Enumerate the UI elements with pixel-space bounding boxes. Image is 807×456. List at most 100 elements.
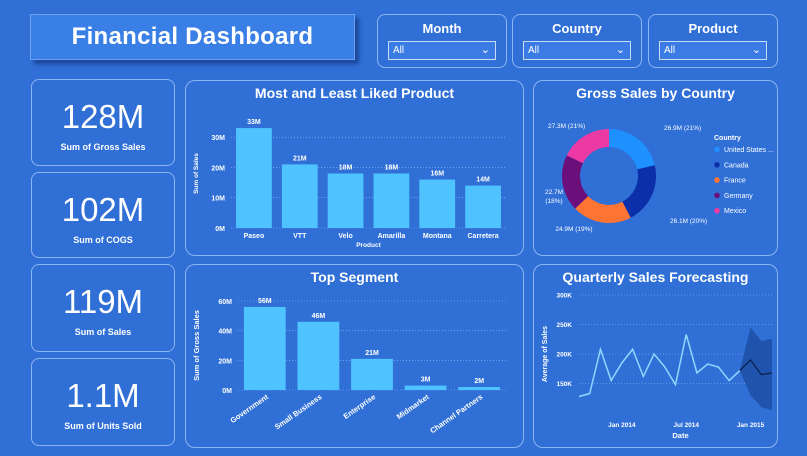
y-tick-label: 0M <box>222 388 232 395</box>
month-slicer-label: Month <box>422 21 462 36</box>
y-tick-label: 20M <box>211 165 225 172</box>
legend-marker <box>714 177 720 183</box>
slice-label: 24.9M (19%) <box>555 226 592 233</box>
kpi-label: Sum of Gross Sales <box>60 142 146 152</box>
country-donut-chart: 27.3M (21%) 26.9M (21%) 26.1M (20%) 24.9M (… <box>545 123 774 233</box>
legend-marker <box>714 162 720 168</box>
segment-chart-panel: Top Segment 0M 20M 40M 60M 56M Government 46M S… <box>185 264 524 448</box>
donut-slice <box>609 129 655 170</box>
segment-bar-chart: 0M 20M 40M 60M 56M Government 46M Small Busines… <box>192 298 506 435</box>
y-tick-label: 0M <box>215 226 225 233</box>
legend-entry: Canada <box>724 162 749 169</box>
kpi-value: 102M <box>61 191 145 228</box>
data-label: 18M <box>385 165 399 172</box>
slice-label: 26.1M (20%) <box>670 218 707 225</box>
x-tick-label: Channel Partners <box>428 392 484 435</box>
y-tick-label: 20M <box>218 358 232 365</box>
kpi-value: 128M <box>61 98 145 135</box>
y-tick-label: 150K <box>556 381 572 388</box>
x-tick-label: Velo <box>338 233 352 240</box>
kpi-card-cogs: 102M Sum of COGS <box>31 172 175 258</box>
forecast-confidence-band <box>739 327 772 411</box>
x-tick-label: Jan 2015 <box>737 422 765 429</box>
y-tick-label: 200K <box>556 352 572 359</box>
legend-entry: Mexico <box>724 208 746 215</box>
y-tick-label: 40M <box>218 329 232 336</box>
legend-entry: United States ... <box>724 147 774 154</box>
data-label: 3M <box>421 377 431 384</box>
data-label: 33M <box>247 119 261 126</box>
data-label: 21M <box>365 350 379 357</box>
kpi-label: Sum of Sales <box>74 327 132 337</box>
kpi-label: Sum of COGS <box>73 235 133 245</box>
kpi-card-sales: 119M Sum of Sales <box>31 264 175 352</box>
kpi-value: 1.1M <box>66 377 140 414</box>
chevron-down-icon: ⌄ <box>615 44 625 56</box>
slice-label: 26.9M (21%) <box>664 125 701 132</box>
legend-entry: France <box>724 178 746 185</box>
bar <box>281 164 318 228</box>
month-slicer: Month All ⌄ <box>377 14 507 68</box>
legend-marker <box>714 146 720 153</box>
country-slicer-label: Country <box>552 21 602 36</box>
country-dropdown[interactable]: All ⌄ <box>523 41 631 60</box>
x-tick-label: Midmarket <box>395 392 431 421</box>
bar <box>458 387 501 390</box>
data-label: 16M <box>430 171 444 178</box>
product-slicer-label: Product <box>688 21 738 36</box>
x-tick-label: Jul 2014 <box>673 422 699 429</box>
y-tick-label: 250K <box>556 322 572 329</box>
product-slicer: Product All ⌄ <box>648 14 778 68</box>
forecast-chart-panel: Quarterly Sales Forecasting 150K 200K 250K… <box>533 264 778 448</box>
kpi-card-gross-sales: 128M Sum of Gross Sales <box>31 79 175 166</box>
data-label: 46M <box>312 313 326 320</box>
legend-title: Country <box>714 135 741 142</box>
data-label: 2M <box>474 378 484 385</box>
kpi-value: 119M <box>62 283 144 320</box>
y-tick-label: 300K <box>556 293 572 300</box>
legend-entry: Germany <box>724 193 753 200</box>
bar <box>465 185 501 228</box>
x-tick-label: Small Business <box>273 392 324 431</box>
country-slicer: Country All ⌄ <box>512 14 642 68</box>
y-axis-label: Sum of Gross Sales <box>192 310 201 381</box>
legend-marker <box>714 207 720 214</box>
x-tick-label: VTT <box>293 233 307 240</box>
product-dropdown-value: All <box>664 45 676 56</box>
slice-label: 27.3M (21%) <box>548 123 585 130</box>
data-label: 56M <box>258 298 272 305</box>
y-tick-label: 60M <box>218 299 232 306</box>
bar <box>404 385 447 390</box>
product-chart-panel: Most and Least Liked Product 0M 10M 20M 30M… <box>185 80 524 256</box>
kpi-label: Sum of Units Sold <box>64 421 142 431</box>
x-axis-label: Product <box>356 242 381 249</box>
data-label: 21M <box>293 155 307 162</box>
bar <box>243 306 286 390</box>
y-tick-label: 10M <box>211 196 225 203</box>
x-tick-label: Paseo <box>244 233 265 240</box>
x-axis-label: Date <box>672 431 688 440</box>
country-dropdown-value: All <box>528 45 540 56</box>
dashboard-title-box: Financial Dashboard <box>30 14 355 60</box>
product-bar-chart: 0M 10M 20M 30M 33M Paseo 21M VTT 18M Velo 18M Amari… <box>193 119 506 249</box>
chevron-down-icon: ⌄ <box>751 44 761 56</box>
y-tick-label: 30M <box>211 135 225 142</box>
dashboard-title: Financial Dashboard <box>71 23 314 50</box>
country-chart-panel: Gross Sales by Country 27.3M (21%) 26.9M … <box>533 80 778 256</box>
y-axis-label: Average of Sales <box>542 326 549 382</box>
bar <box>351 358 393 390</box>
bar <box>297 321 340 390</box>
month-dropdown[interactable]: All ⌄ <box>388 41 496 60</box>
data-label: 18M <box>339 165 353 172</box>
x-tick-label: Amarilla <box>378 233 406 240</box>
product-dropdown[interactable]: All ⌄ <box>659 41 767 60</box>
sales-line <box>578 334 741 398</box>
chevron-down-icon: ⌄ <box>480 44 490 56</box>
x-tick-label: Enterprise <box>342 392 378 421</box>
donut-slice <box>566 129 609 164</box>
bar <box>236 128 272 228</box>
bar <box>419 179 456 228</box>
legend-marker <box>714 192 720 199</box>
bar <box>373 173 410 228</box>
slice-label: 22.7M <box>545 189 563 196</box>
